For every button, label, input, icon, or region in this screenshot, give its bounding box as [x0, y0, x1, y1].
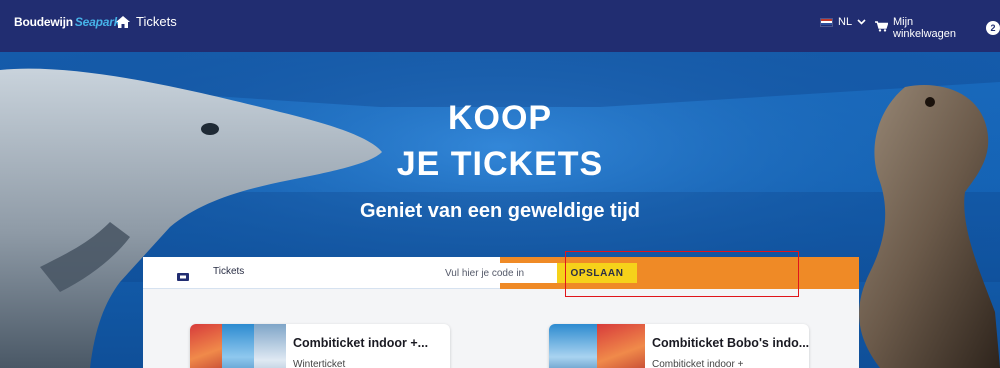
nav-tickets-label: Tickets [136, 14, 177, 29]
thumbnail-image [597, 324, 645, 368]
hero-title-line1: KOOP [447, 99, 553, 137]
thumbnail-image [222, 324, 254, 368]
product-subtitle: Combiticket indoor + [652, 359, 744, 368]
logo-text-brand: Seapark [74, 15, 121, 29]
netherlands-flag-icon [820, 17, 833, 27]
thumbnail-image [190, 324, 222, 368]
tab-tickets-label: Tickets [213, 266, 245, 277]
boudewijn-seapark-logo[interactable]: Boudewijn Seapark [14, 15, 120, 29]
ticket-icon [177, 268, 189, 286]
cart-label: Mijn winkelwagen [893, 16, 956, 40]
top-navigation: Boudewijn Seapark Tickets NL Mijn winkelw… [0, 0, 1000, 52]
language-label: NL [838, 16, 853, 28]
hero-subtitle: Geniet van een geweldige tijd [359, 200, 641, 222]
thumbnail-image [549, 324, 597, 368]
logo-text-main: Boudewijn [14, 15, 73, 29]
chevron-down-icon [857, 16, 866, 28]
product-card[interactable]: Combiticket indoor +... Winterticket [190, 324, 450, 368]
home-icon [116, 15, 130, 28]
product-title: Combiticket Bobo's indo... [652, 336, 809, 350]
product-subtitle: Winterticket [293, 359, 346, 368]
hero-title-line2: JE TICKETS [396, 145, 604, 183]
nav-tickets-link[interactable]: Tickets [116, 14, 177, 29]
highlight-box [565, 251, 799, 297]
cart-count-badge: 2 [986, 21, 1000, 35]
language-selector[interactable]: NL [820, 16, 866, 28]
product-card[interactable]: Combiticket Bobo's indo... Combiticket i… [549, 324, 809, 368]
product-thumbnail [549, 324, 645, 368]
product-title: Combiticket indoor +... [293, 336, 429, 350]
product-thumbnail [190, 324, 286, 368]
shopping-cart-icon [875, 21, 889, 35]
thumbnail-image [254, 324, 286, 368]
cart-button[interactable]: Mijn winkelwagen 2 [875, 16, 1000, 40]
promo-code-input[interactable] [435, 263, 557, 283]
